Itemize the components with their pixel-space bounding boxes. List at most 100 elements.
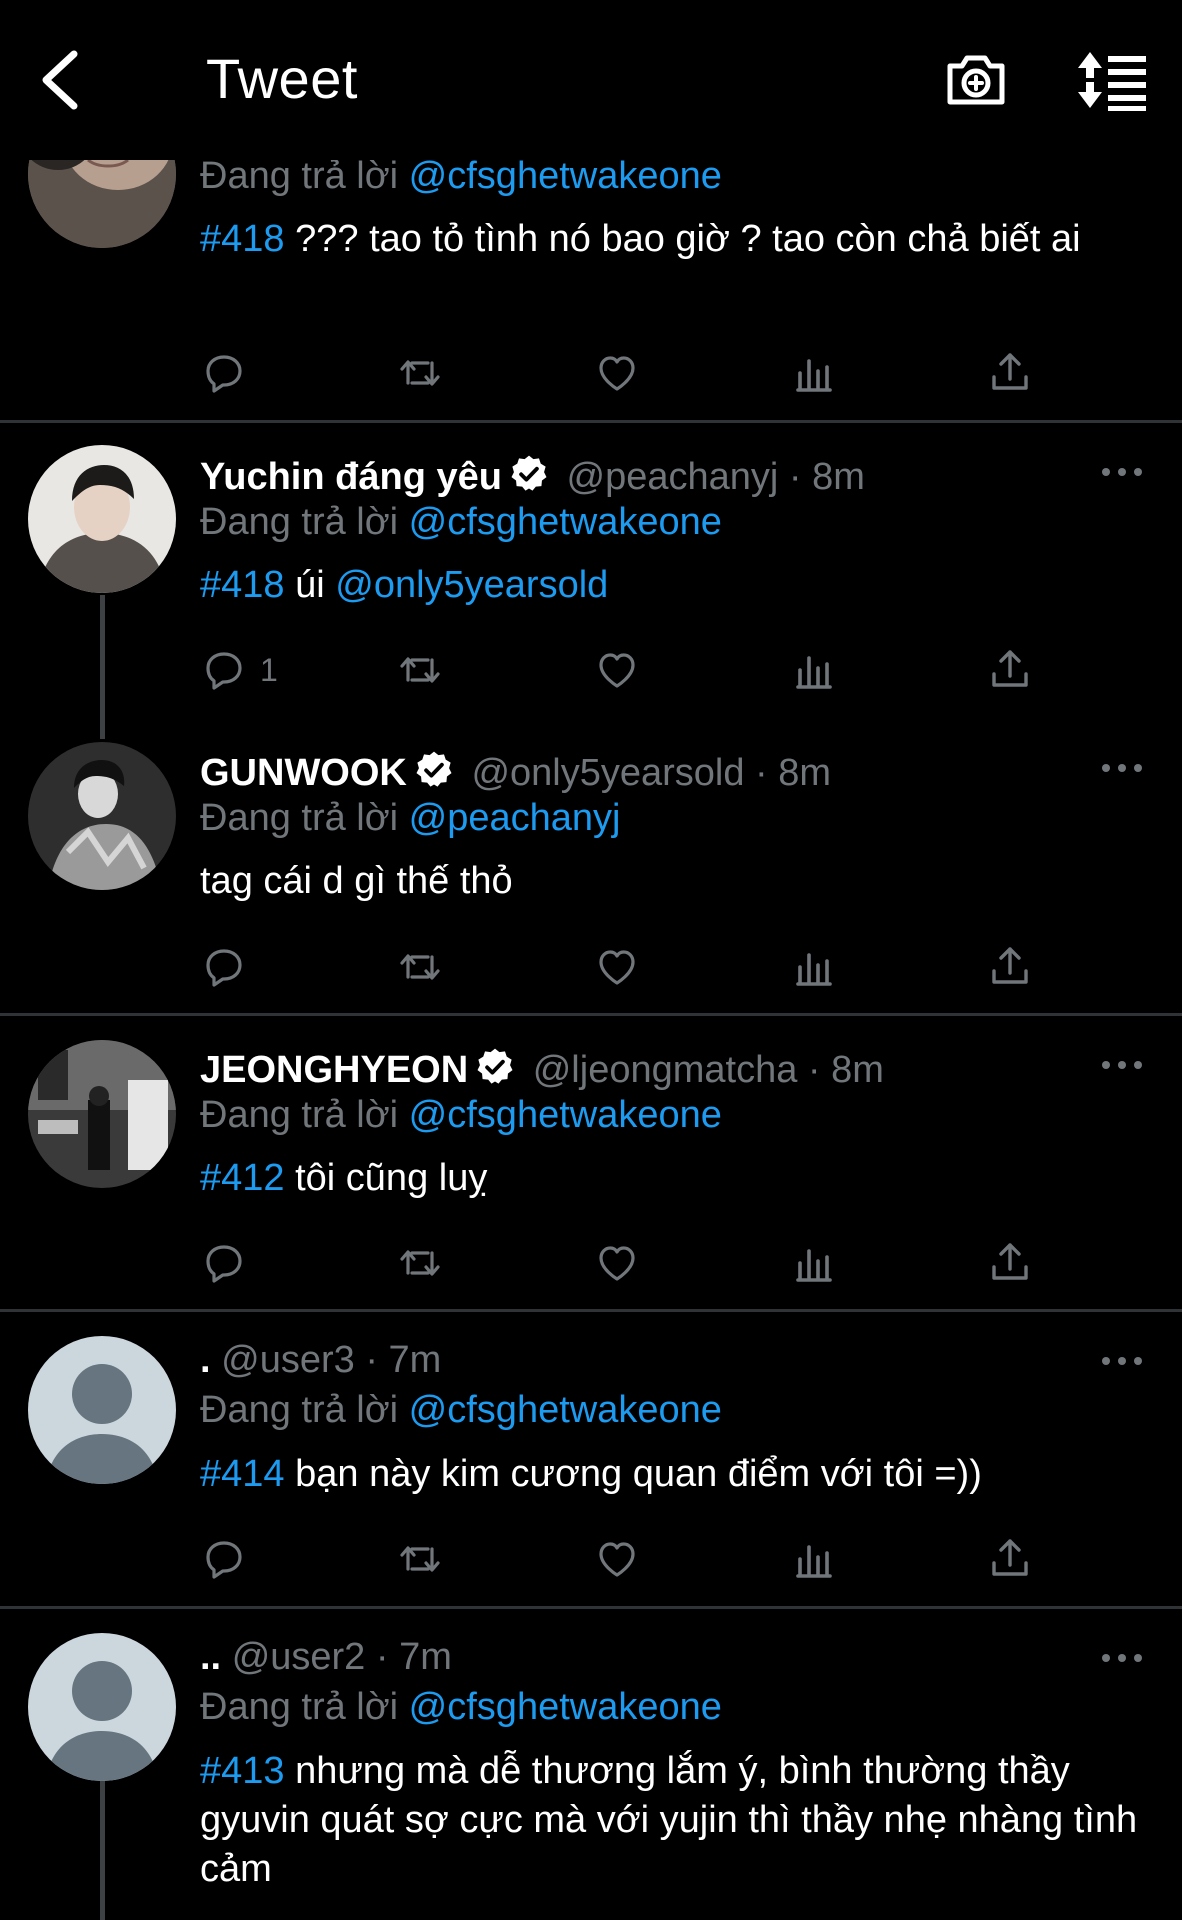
verified-badge-icon — [474, 1046, 516, 1088]
retweet-icon — [396, 349, 444, 397]
share-icon — [986, 1239, 1034, 1287]
reply-button[interactable] — [200, 348, 248, 398]
timestamp: 7m — [399, 1636, 452, 1678]
sort-icon — [1078, 52, 1146, 111]
display-name[interactable]: .. — [200, 1636, 221, 1678]
share-button[interactable] — [986, 942, 1034, 992]
camera-button[interactable] — [944, 48, 1008, 112]
hashtag-link[interactable]: #418 — [200, 218, 285, 260]
reply-prefix: Đang trả lời — [200, 1686, 399, 1728]
share-button[interactable] — [986, 348, 1034, 398]
reply-prefix: Đang trả lời — [200, 797, 399, 839]
timestamp: 8m — [831, 1049, 884, 1091]
reply-icon — [200, 943, 248, 991]
reply-button[interactable]: 1 — [200, 645, 278, 695]
share-button[interactable] — [986, 1238, 1034, 1288]
retweet-button[interactable] — [396, 645, 444, 695]
tweet-text: #418 ??? tao tỏ tình nó bao giờ ? tao cò… — [200, 215, 1140, 264]
verified-badge-icon — [508, 453, 550, 495]
views-button[interactable] — [790, 1534, 838, 1584]
like-button[interactable] — [593, 348, 641, 398]
share-icon — [986, 1535, 1034, 1583]
reply-to-mention[interactable]: @cfsghetwakeone — [409, 1389, 722, 1431]
more-icon — [1100, 762, 1144, 774]
tweet-body: bạn này kim cương quan điểm với tôi =)) — [284, 1453, 982, 1495]
timestamp: 8m — [778, 752, 832, 794]
hashtag-link[interactable]: #418 — [200, 564, 285, 606]
heart-icon — [593, 646, 641, 694]
avatar[interactable] — [28, 1336, 176, 1484]
retweet-button[interactable] — [396, 942, 444, 992]
more-button[interactable] — [1100, 1651, 1144, 1671]
avatar[interactable] — [28, 1040, 176, 1188]
reply-to-mention[interactable]: @cfsghetwakeone — [409, 1686, 722, 1728]
reply-to-mention[interactable]: @peachanyj — [409, 797, 621, 839]
reply-count: 1 — [260, 651, 278, 688]
retweet-button[interactable] — [396, 348, 444, 398]
reply-to-mention[interactable]: @cfsghetwakeone — [409, 155, 722, 197]
more-button[interactable] — [1100, 761, 1144, 781]
display-name[interactable]: . — [200, 1339, 211, 1381]
user-handle[interactable]: @user2 — [232, 1636, 366, 1678]
reply-icon — [200, 646, 248, 694]
share-button[interactable] — [986, 645, 1034, 695]
tweet-2[interactable]: GUNWOOK @only5yearsold · 8m Đang trả lời… — [0, 739, 1182, 1015]
back-button[interactable] — [38, 44, 118, 116]
user-handle[interactable]: @ljeongmatcha — [533, 1049, 798, 1091]
avatar[interactable] — [28, 742, 176, 890]
more-button[interactable] — [1100, 465, 1144, 485]
tweet-3[interactable]: JEONGHYEON @ljeongmatcha · 8m Đang trả l… — [0, 1016, 1182, 1309]
more-button[interactable] — [1100, 1354, 1144, 1374]
camera-plus-icon — [947, 55, 1005, 105]
avatar[interactable] — [28, 1633, 176, 1781]
tweet-text: #414 bạn này kim cương quan điểm với tôi… — [200, 1450, 1140, 1499]
sort-button[interactable] — [1074, 48, 1148, 112]
like-button[interactable] — [593, 1534, 641, 1584]
timestamp: 8m — [812, 456, 865, 498]
retweet-icon — [396, 943, 444, 991]
reply-to-mention[interactable]: @cfsghetwakeone — [409, 1094, 722, 1136]
views-button[interactable] — [790, 645, 838, 695]
display-name[interactable]: JEONGHYEON — [200, 1049, 468, 1091]
reply-prefix: Đang trả lời — [200, 1094, 399, 1136]
hashtag-link[interactable]: #414 — [200, 1453, 285, 1495]
avatar[interactable] — [28, 445, 176, 593]
action-bar — [200, 942, 1060, 992]
display-name[interactable]: Yuchin đáng yêu — [200, 456, 502, 498]
reply-icon — [200, 1239, 248, 1287]
timestamp: 7m — [388, 1339, 442, 1381]
hashtag-link[interactable]: #413 — [200, 1750, 285, 1792]
retweet-icon — [396, 646, 444, 694]
share-button[interactable] — [986, 1534, 1034, 1584]
display-name[interactable]: GUNWOOK — [200, 752, 407, 794]
action-bar: 1 — [200, 645, 1060, 695]
like-button[interactable] — [593, 645, 641, 695]
tweet-4[interactable]: . @user3 · 7m Đang trả lời @cfsghetwakeo… — [0, 1312, 1182, 1608]
like-button[interactable] — [593, 1238, 641, 1288]
reply-button[interactable] — [200, 1534, 248, 1584]
reply-button[interactable] — [200, 942, 248, 992]
more-button[interactable] — [1100, 1058, 1144, 1078]
views-icon — [790, 349, 838, 397]
views-button[interactable] — [790, 942, 838, 992]
tweet-body: ??? tao tỏ tình nó bao giờ ? tao còn chả… — [284, 218, 1081, 260]
views-icon — [790, 943, 838, 991]
user-handle[interactable]: @peachanyj — [567, 456, 779, 498]
tweet-body: nhưng mà dễ thương lắm ý, bình thường th… — [200, 1750, 1138, 1890]
user-handle[interactable]: @user3 — [221, 1339, 355, 1381]
retweet-button[interactable] — [396, 1534, 444, 1584]
like-button[interactable] — [593, 942, 641, 992]
user-handle[interactable]: @only5yearsold — [471, 752, 744, 794]
reply-to-mention[interactable]: @cfsghetwakeone — [409, 501, 722, 543]
reply-button[interactable] — [200, 1238, 248, 1288]
hashtag-link[interactable]: #412 — [200, 1157, 285, 1199]
views-button[interactable] — [790, 348, 838, 398]
tweet-text: tag cái d gì thế thỏ — [200, 857, 1140, 906]
tweet-body: tôi cũng luỵ — [284, 1157, 488, 1199]
heart-icon — [593, 1535, 641, 1583]
retweet-button[interactable] — [396, 1238, 444, 1288]
tweet-1[interactable]: Yuchin đáng yêu @peachanyj · 8m Đang trả… — [0, 423, 1182, 739]
tweet-5[interactable]: .. @user2 · 7m Đang trả lời @cfsghetwake… — [0, 1609, 1182, 1920]
mention-link[interactable]: @only5yearsold — [335, 564, 608, 606]
views-button[interactable] — [790, 1238, 838, 1288]
